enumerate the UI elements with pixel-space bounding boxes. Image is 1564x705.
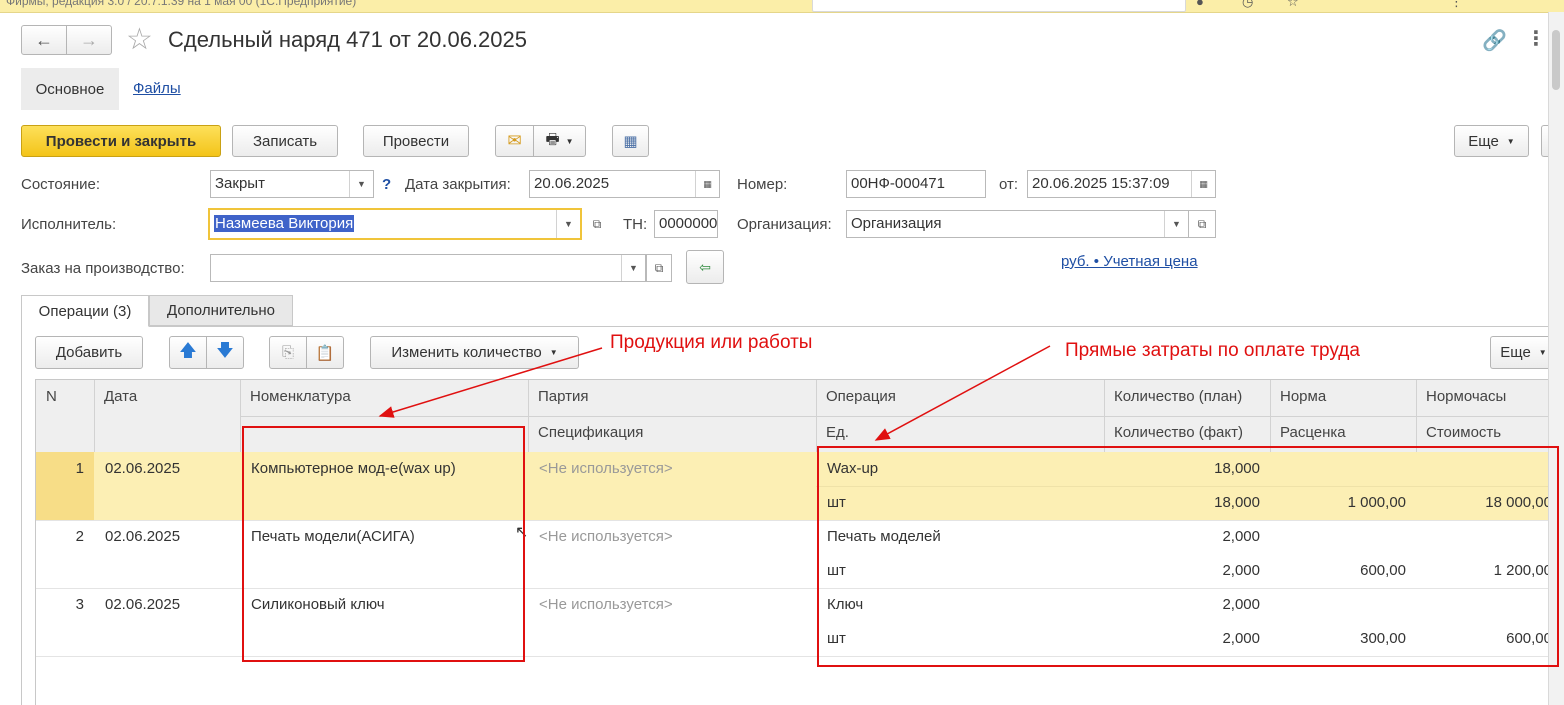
annotation-arrows [378,345,1051,441]
arrow-labor [874,345,1051,441]
arrow-products [378,347,603,418]
